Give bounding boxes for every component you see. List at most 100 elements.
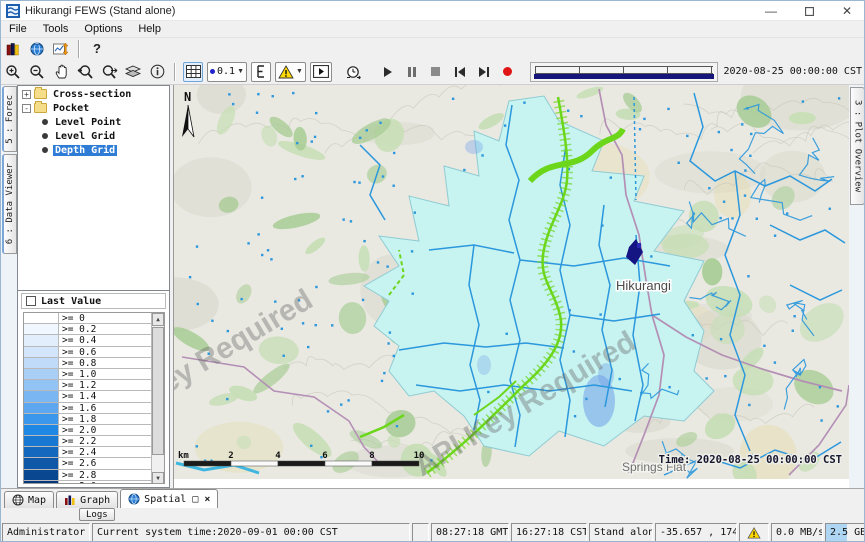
logs-button[interactable]: Logs <box>79 508 115 521</box>
maximize-button[interactable] <box>790 1 828 21</box>
legend-swatch <box>24 458 59 468</box>
classify-dropdown[interactable]: 0.1 ▼ <box>207 62 247 82</box>
legend-label: >= 0.6 <box>59 347 164 357</box>
menu-file[interactable]: File <box>1 22 35 36</box>
legend-row[interactable]: >= 0.4 <box>24 335 164 346</box>
minimize-button[interactable]: — <box>752 1 790 21</box>
tree-node-depth-grid[interactable]: Depth Grid <box>18 144 169 156</box>
layers-icon[interactable] <box>123 62 143 82</box>
tab-data-viewer[interactable]: 6 : Data Viewer <box>2 154 17 254</box>
legend-swatch <box>24 358 59 368</box>
legend-row[interactable]: >= 1.4 <box>24 391 164 402</box>
legend-row[interactable]: >= 3.0 <box>24 481 164 484</box>
scroll-thumb[interactable] <box>152 327 164 455</box>
legend-row[interactable]: >= 1.6 <box>24 403 164 414</box>
skip-end-icon[interactable] <box>474 62 494 82</box>
close-button[interactable]: ✕ <box>828 1 865 21</box>
help-icon[interactable]: ? <box>87 39 107 59</box>
legend-swatch <box>24 324 59 334</box>
legend-row[interactable]: >= 0.8 <box>24 358 164 369</box>
legend-row[interactable]: >= 1.8 <box>24 414 164 425</box>
time-slider-loaded-bar <box>534 74 714 79</box>
svg-text:8: 8 <box>369 451 374 461</box>
pause-icon[interactable] <box>402 62 422 82</box>
grid-icon[interactable] <box>183 62 203 82</box>
status-spacer <box>412 523 429 542</box>
tree-node-level-point[interactable]: Level Point <box>18 116 169 128</box>
status-download-speed: 0.0 MB/s <box>771 523 823 542</box>
legend-row[interactable]: >= 2.2 <box>24 436 164 447</box>
globe-icon[interactable] <box>27 39 47 59</box>
folder-icon <box>34 103 47 113</box>
legend-swatch <box>24 425 59 435</box>
pan-icon[interactable] <box>51 62 71 82</box>
legend-swatch <box>24 447 59 457</box>
last-value-checkbox-row[interactable]: Last Value <box>21 293 166 309</box>
legend-panel: Last Value >= 0>= 0.2>= 0.4>= 0.6>= 0.8>… <box>18 290 169 487</box>
status-system-time: Current system time:2020-09-01 00:00 CST <box>92 523 410 542</box>
label-icon[interactable] <box>251 62 271 82</box>
play-icon[interactable] <box>378 62 398 82</box>
legend-row[interactable]: >= 2.0 <box>24 425 164 436</box>
tree-node-cross-section[interactable]: + Cross-section <box>18 88 169 100</box>
legend-row[interactable]: >= 1.0 <box>24 369 164 380</box>
legend-row[interactable]: >= 1.2 <box>24 380 164 391</box>
expand-toggle[interactable]: + <box>22 90 31 99</box>
legend-row[interactable]: >= 0.2 <box>24 324 164 335</box>
legend-row[interactable]: >= 2.6 <box>24 458 164 469</box>
legend-label: >= 2.2 <box>59 436 164 446</box>
zoom-next-icon[interactable] <box>99 62 119 82</box>
zoom-in-icon[interactable] <box>3 62 23 82</box>
skip-start-icon[interactable] <box>450 62 470 82</box>
spatial-display-icon[interactable] <box>51 39 71 59</box>
window-title: Hikurangi FEWS (Stand alone) <box>25 5 175 17</box>
legend-swatch <box>24 335 59 345</box>
menu-options[interactable]: Options <box>76 22 130 36</box>
tab-plot-overview[interactable]: 3 : Plot Overview <box>850 87 865 205</box>
stop-icon[interactable] <box>426 62 446 82</box>
tab-maximize-icon[interactable]: □ <box>192 494 198 505</box>
tree-node-pocket[interactable]: - Pocket <box>18 102 169 114</box>
scroll-down-icon[interactable]: ▼ <box>152 472 164 484</box>
warning-dropdown[interactable]: ▼ <box>275 62 306 82</box>
movie-icon[interactable] <box>310 62 332 82</box>
info-icon[interactable] <box>147 62 167 82</box>
tree-node-level-grid[interactable]: Level Grid <box>18 130 169 142</box>
legend-label: >= 0.8 <box>59 358 164 368</box>
menu-tools[interactable]: Tools <box>35 22 77 36</box>
legend-row[interactable]: >= 0.6 <box>24 347 164 358</box>
left-tab-strip: 5 : Forec 6 : Data Viewer <box>1 85 17 488</box>
animation-clock-icon[interactable] <box>344 62 364 82</box>
tab-spatial[interactable]: Spatial □ × <box>120 489 218 508</box>
status-gmt-time: 08:27:18 GMT <box>431 523 509 542</box>
status-warning-cell[interactable] <box>739 523 769 542</box>
status-coordinates: -35.657 , 174.199 <box>655 523 737 542</box>
folder-icon <box>34 89 47 99</box>
menu-help[interactable]: Help <box>130 22 169 36</box>
legend-row[interactable]: >= 2.4 <box>24 447 164 458</box>
time-slider[interactable] <box>530 62 718 82</box>
legend-row[interactable]: >= 0 <box>24 313 164 324</box>
legend-rows: >= 0>= 0.2>= 0.4>= 0.6>= 0.8>= 1.0>= 1.2… <box>24 313 164 484</box>
legend-swatch <box>24 436 59 446</box>
zoom-previous-icon[interactable] <box>75 62 95 82</box>
legend-label: >= 1.6 <box>59 403 164 413</box>
status-user: Administrator <box>2 523 90 542</box>
legend-scrollbar[interactable]: ▲ ▼ <box>151 313 164 484</box>
map-svg[interactable]: API Key Required API Key Required Hikura… <box>174 85 850 479</box>
legend-table: >= 0>= 0.2>= 0.4>= 0.6>= 0.8>= 1.0>= 1.2… <box>23 312 165 484</box>
database-icon[interactable] <box>3 39 23 59</box>
statusbar: Administrator Current system time:2020-0… <box>1 522 865 542</box>
tab-map[interactable]: Map <box>4 491 54 508</box>
legend-row[interactable]: >= 2.8 <box>24 470 164 481</box>
tab-graph[interactable]: Graph <box>56 491 118 508</box>
tab-forecast[interactable]: 5 : Forec <box>2 86 17 152</box>
last-value-checkbox[interactable] <box>26 296 36 306</box>
tab-close-icon[interactable]: × <box>204 494 210 505</box>
left-panel: + Cross-section - Pocket Level Point Lev… <box>17 85 170 488</box>
menubar: File Tools Options Help <box>1 21 865 38</box>
zoom-out-icon[interactable] <box>27 62 47 82</box>
scroll-up-icon[interactable]: ▲ <box>152 313 164 326</box>
collapse-toggle[interactable]: - <box>22 104 31 113</box>
record-icon[interactable] <box>498 62 518 82</box>
